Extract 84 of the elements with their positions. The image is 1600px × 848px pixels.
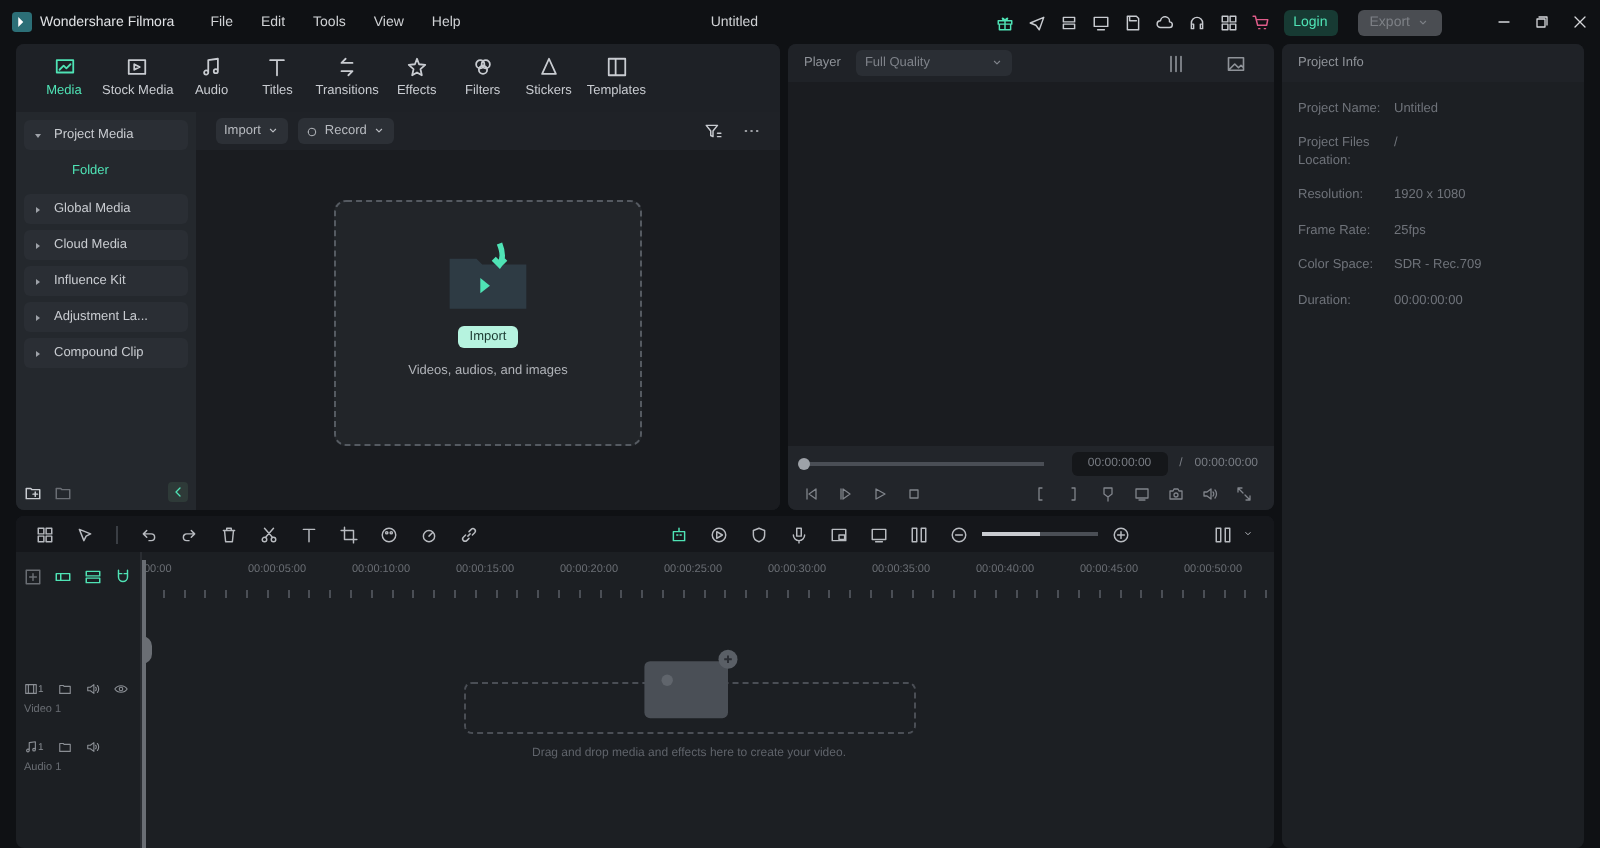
caret-icon [34,277,42,285]
redo-icon[interactable] [180,525,198,543]
zoom-in-icon[interactable] [1112,525,1130,543]
caret-icon[interactable] [1242,528,1254,540]
snapshot-icon[interactable] [1226,53,1246,73]
caret-icon [34,241,42,249]
close-icon[interactable] [1572,14,1588,30]
save-icon[interactable] [1123,13,1142,31]
speaker-icon[interactable] [1202,486,1218,502]
caret-icon [34,131,42,139]
marker-icon[interactable] [1100,486,1116,502]
mark-in-icon[interactable] [1032,486,1048,502]
headset-icon[interactable] [1187,13,1206,31]
caret-icon [34,313,42,321]
play-icon[interactable] [872,486,888,502]
zoom-out-icon[interactable] [950,525,968,543]
restore-icon[interactable] [1534,14,1550,30]
cart-icon[interactable] [1251,13,1270,31]
grid-icon[interactable] [1219,13,1238,31]
scissors-icon[interactable] [260,525,278,543]
overlay-icon[interactable] [830,525,848,543]
speaker-icon[interactable] [85,682,100,696]
chevron-left-icon [170,484,186,500]
folder-icon[interactable] [54,483,72,501]
stop-icon[interactable] [906,486,922,502]
new-folder-icon[interactable] [24,483,42,501]
circles-icon [471,56,494,78]
video-track-icon [24,682,38,696]
play-frame-icon[interactable] [838,486,854,502]
collapse-button[interactable] [168,482,188,502]
mark-out-icon[interactable] [1066,486,1082,502]
folder-icon[interactable] [57,682,72,696]
caret-icon [1416,15,1430,29]
compare-view-icon[interactable] [1166,53,1186,73]
arrows-icon [336,56,359,78]
shield-icon[interactable] [750,525,768,543]
link-icon[interactable] [460,525,478,543]
previous-frame-icon[interactable] [804,486,820,502]
caret-icon [34,349,42,357]
trash-icon[interactable] [220,525,238,543]
paper-plane-icon[interactable] [1027,13,1046,31]
music-note-icon [200,56,223,78]
eye-icon[interactable] [113,682,128,696]
stack-icon[interactable] [84,568,102,586]
render-icon[interactable] [710,525,728,543]
filter-icon[interactable] [704,122,722,140]
caret-icon [266,124,281,138]
add-track-icon[interactable] [24,568,42,586]
select-icon[interactable] [76,525,94,543]
audio-track-icon [24,740,38,754]
magnet-icon[interactable] [114,568,132,586]
app-logo-icon [12,12,32,32]
text-icon[interactable] [300,525,318,543]
star-icon [405,56,428,78]
speed-icon[interactable] [420,525,438,543]
speaker-icon[interactable] [85,740,100,754]
apps-icon[interactable] [36,525,54,543]
screen-icon[interactable] [870,525,888,543]
palette-icon[interactable] [380,525,398,543]
image-icon [53,56,75,78]
split-icon[interactable] [910,525,928,543]
gift-icon[interactable] [995,13,1014,31]
storage-icon[interactable] [1059,13,1078,31]
camera-icon[interactable] [1168,486,1184,502]
scrubber-handle[interactable] [798,458,810,470]
image-placeholder-icon [639,646,739,722]
crop-icon[interactable] [340,525,358,543]
layout-icon[interactable] [1214,525,1232,543]
fullscreen-icon[interactable] [1236,486,1252,502]
mic-icon[interactable] [790,525,808,543]
layout-icon [605,56,628,78]
record-icon [306,125,319,137]
video-icon [126,56,149,78]
text-icon [266,56,289,78]
undo-icon[interactable] [140,525,158,543]
caret-icon [34,205,42,213]
cloud-icon[interactable] [1155,13,1174,31]
caret-icon [372,124,387,138]
folder-icon[interactable] [57,740,72,754]
triangle-icon [537,56,560,78]
robot-icon[interactable] [670,525,688,543]
caret-icon [989,56,1004,70]
link-track-icon[interactable] [54,568,72,586]
monitor-icon[interactable] [1091,13,1110,31]
